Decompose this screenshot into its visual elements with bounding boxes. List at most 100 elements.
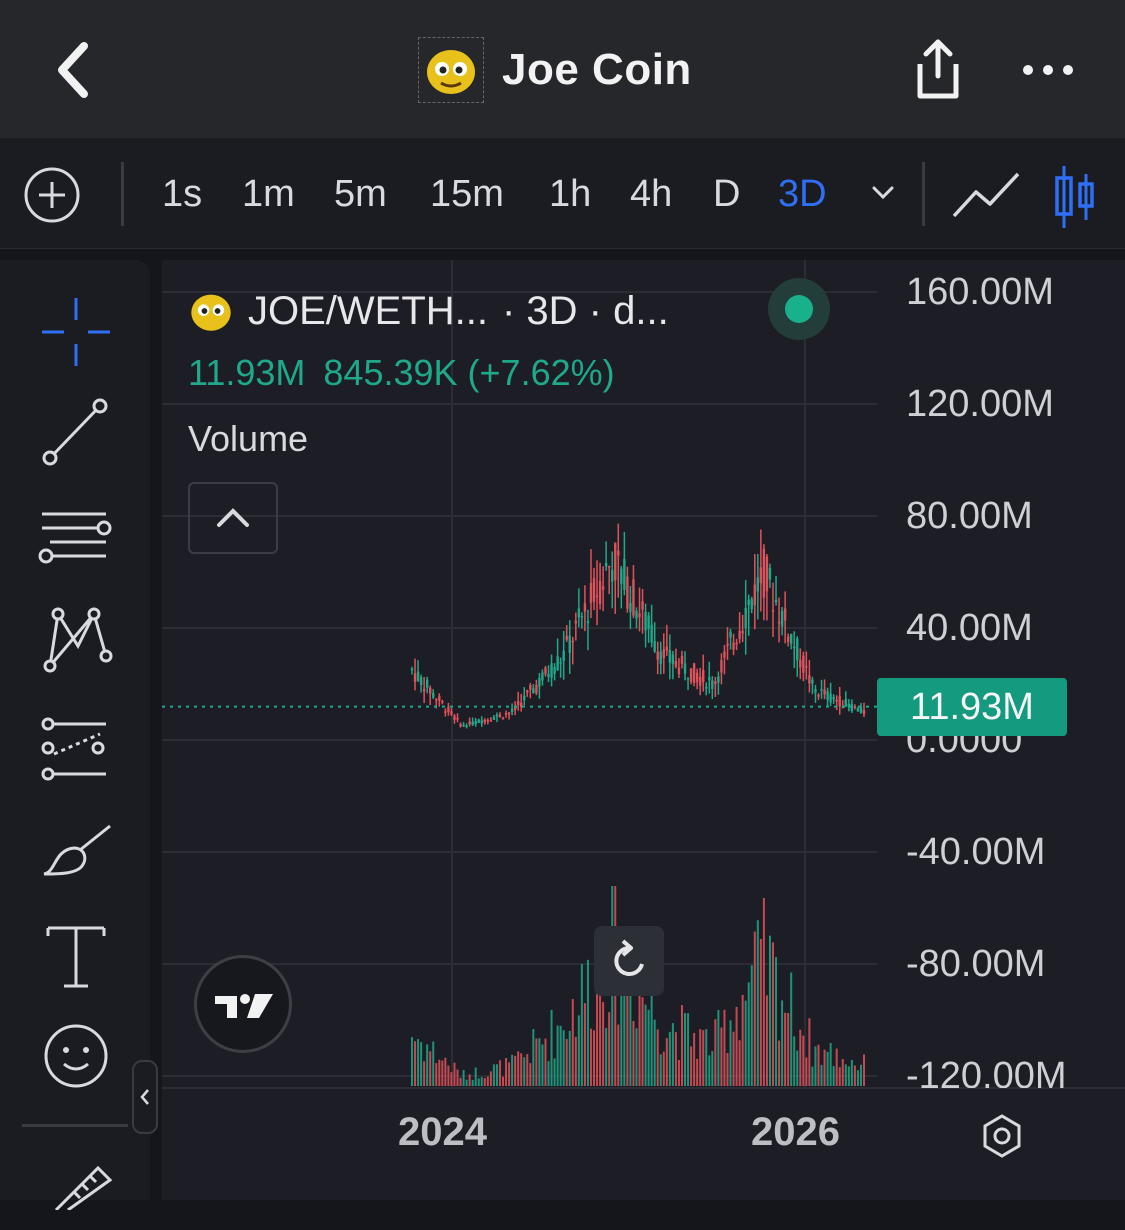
- volume-bar: [702, 1030, 705, 1086]
- legend-change: 845.39K (+7.62%): [323, 352, 615, 393]
- volume-bar: [826, 1051, 829, 1086]
- candle-body: [808, 675, 811, 684]
- volume-bar: [759, 939, 762, 1086]
- volume-bar: [589, 1028, 592, 1086]
- volume-bar: [553, 1058, 556, 1086]
- candlestick-chart-icon[interactable]: [1050, 162, 1100, 232]
- volume-bar: [820, 1064, 823, 1086]
- candle-body: [623, 558, 626, 591]
- sidebar-collapse-button[interactable]: [132, 1060, 158, 1134]
- more-options-button[interactable]: [1020, 55, 1076, 85]
- reset-chart-button[interactable]: [594, 926, 664, 996]
- candle-body: [416, 671, 420, 681]
- volume-bar: [844, 1064, 847, 1086]
- line-chart-icon[interactable]: [950, 168, 1022, 224]
- volume-bar: [641, 997, 644, 1086]
- candle-body: [777, 621, 781, 624]
- volume-bar: [541, 1044, 544, 1086]
- volume-bar: [711, 1051, 714, 1086]
- text-tool-icon[interactable]: [36, 916, 116, 996]
- candle-body: [735, 642, 738, 645]
- candle-body: [793, 646, 796, 649]
- candle-body: [544, 667, 547, 674]
- candle-body: [483, 719, 487, 723]
- candle-body: [413, 673, 417, 682]
- volume-bar: [444, 1057, 447, 1086]
- timeframe-3d[interactable]: 3D: [778, 168, 827, 220]
- candle-body: [702, 670, 705, 682]
- candle-body: [741, 630, 744, 634]
- volume-bar: [605, 1028, 608, 1086]
- candle-body: [562, 650, 565, 661]
- crosshair-icon[interactable]: [36, 292, 116, 372]
- candle-body: [698, 676, 702, 686]
- tradingview-logo[interactable]: [194, 955, 292, 1053]
- candle-body: [516, 701, 520, 706]
- volume-bar: [468, 1074, 471, 1086]
- volume-bar: [696, 1058, 699, 1086]
- volume-bar: [738, 1040, 741, 1086]
- timeframe-1s[interactable]: 1s: [162, 168, 202, 220]
- volume-bar: [480, 1077, 483, 1086]
- pattern-icon[interactable]: [36, 600, 116, 680]
- timeframe-1h[interactable]: 1h: [549, 168, 591, 220]
- add-indicator-button[interactable]: [22, 165, 82, 225]
- trend-line-icon[interactable]: [36, 392, 116, 472]
- volume-bar: [462, 1070, 465, 1086]
- candle-body: [826, 691, 829, 700]
- volume-bar: [583, 1003, 586, 1086]
- chart-settings-icon[interactable]: [978, 1112, 1026, 1160]
- volume-bar: [647, 1009, 650, 1086]
- fib-retracement-icon[interactable]: [36, 494, 116, 574]
- legend-header: JOE/WETH... · 3D · d...: [188, 284, 669, 338]
- timeframe-1m[interactable]: 1m: [242, 168, 295, 220]
- candle-body: [832, 696, 835, 700]
- timeframe-15m[interactable]: 15m: [430, 168, 504, 220]
- volume-bar: [781, 1000, 784, 1086]
- volume-bar: [620, 980, 623, 1086]
- timeframe-dropdown-chevron-icon[interactable]: [866, 180, 900, 206]
- candle-body: [425, 679, 429, 688]
- pair-label[interactable]: JOE/WETH...: [248, 289, 488, 334]
- timeframe-d[interactable]: D: [713, 168, 740, 220]
- volume-bar: [778, 1040, 781, 1086]
- timeframe-4h[interactable]: 4h: [630, 168, 672, 220]
- volume-bar: [474, 1067, 477, 1086]
- volume-bar: [784, 1012, 787, 1086]
- volume-bar: [471, 1079, 474, 1086]
- candle-body: [647, 615, 650, 630]
- title-group: Joe Coin: [418, 35, 692, 105]
- volume-bar: [680, 1005, 683, 1086]
- share-button[interactable]: [910, 36, 966, 102]
- emoji-icon[interactable]: [36, 1016, 116, 1096]
- volume-bar: [556, 1025, 559, 1086]
- timeframe-5m[interactable]: 5m: [334, 168, 387, 220]
- candle-body: [541, 672, 544, 681]
- candle-body: [632, 579, 635, 616]
- volume-bar: [459, 1077, 462, 1086]
- volume-bar: [808, 1018, 811, 1086]
- candle-body: [429, 687, 432, 694]
- volume-bar: [814, 1046, 817, 1086]
- volume-bar: [741, 994, 744, 1086]
- candle-body: [501, 717, 505, 720]
- candle-body: [829, 693, 832, 703]
- ruler-icon[interactable]: [36, 1150, 116, 1230]
- candle-body: [529, 685, 532, 690]
- volume-indicator-label[interactable]: Volume: [188, 418, 308, 460]
- collapse-legend-button[interactable]: [188, 482, 278, 554]
- candle-body: [580, 616, 584, 618]
- volume-bar: [720, 1027, 723, 1086]
- candle-body: [462, 724, 465, 727]
- volume-bar: [423, 1061, 426, 1086]
- volume-bar: [502, 1076, 505, 1086]
- volume-bar: [662, 1051, 665, 1086]
- candle-body: [620, 568, 623, 584]
- candle-body: [705, 686, 708, 689]
- back-button[interactable]: [50, 40, 102, 100]
- candle-body: [447, 706, 450, 713]
- candle-body: [410, 668, 414, 671]
- volume-bar: [593, 1030, 596, 1086]
- brush-icon[interactable]: [36, 816, 116, 896]
- forecast-tool-icon[interactable]: [36, 706, 116, 786]
